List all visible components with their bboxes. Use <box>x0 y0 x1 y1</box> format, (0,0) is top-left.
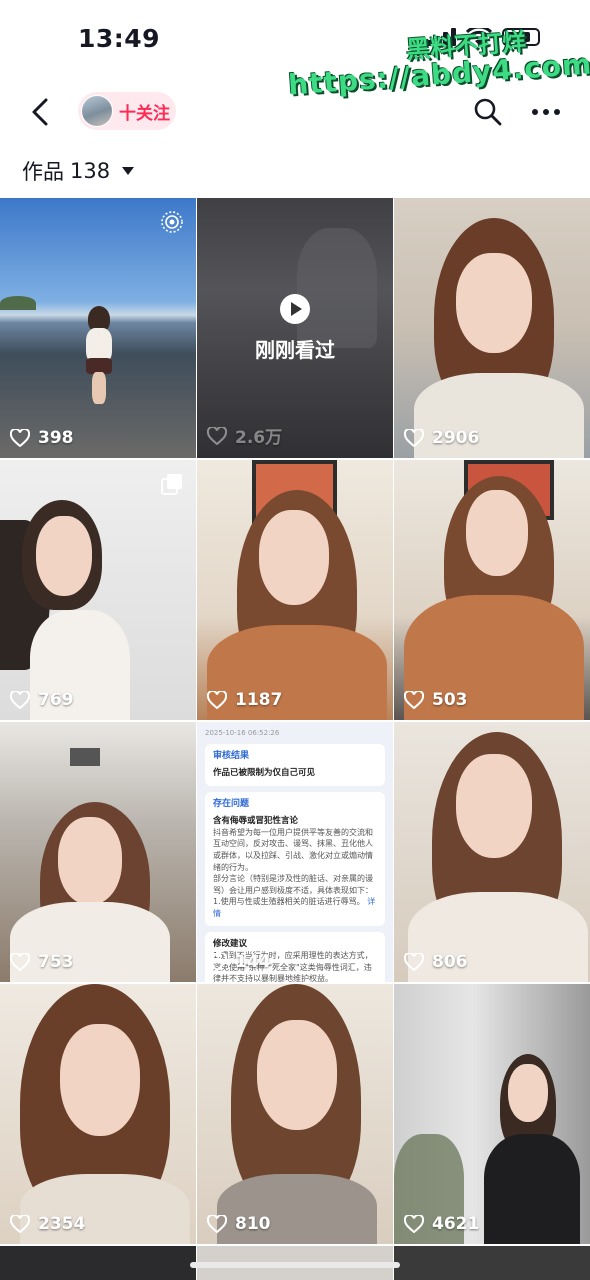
works-count: 138 <box>70 159 111 183</box>
heart-icon <box>10 691 30 709</box>
signal-icon <box>427 28 456 46</box>
like-count-value: 810 <box>235 1214 271 1234</box>
video-tile[interactable]: 4621 <box>394 984 590 1244</box>
status-icons <box>427 28 540 46</box>
home-indicator[interactable] <box>190 1262 400 1268</box>
video-tile[interactable]: 398 <box>0 198 196 458</box>
like-count: 2.6万 <box>207 423 282 448</box>
live-photo-icon <box>161 211 183 233</box>
search-button[interactable] <box>472 96 504 128</box>
watched-label: 刚刚看过 <box>255 337 335 362</box>
like-count-value: 2.6万 <box>235 428 283 448</box>
like-count-value: 144 <box>235 952 271 972</box>
like-count: 810 <box>207 1214 271 1234</box>
review-document: 2025-10-16 06:52:26 审核结果 作品已被限制为仅自己可见 存在… <box>197 722 393 982</box>
works-label: 作品 <box>22 160 64 184</box>
like-count: 753 <box>10 952 74 972</box>
review-title: 审核结果 <box>213 751 250 762</box>
heart-icon <box>207 691 227 709</box>
like-count-value: 398 <box>38 428 74 448</box>
heart-icon <box>404 953 424 971</box>
heart-icon <box>404 1215 424 1233</box>
heart-icon <box>404 429 424 447</box>
video-tile[interactable] <box>0 1246 196 1280</box>
more-dot-icon <box>554 109 560 115</box>
heart-icon <box>207 1215 227 1233</box>
follow-button[interactable]: 十关注 <box>78 92 176 130</box>
video-grid: 398 刚刚看过 2.6万 2906 769 1187 503 753 2025… <box>0 198 590 1244</box>
works-filter[interactable]: 作品 138 <box>22 154 135 188</box>
watched-overlay: 刚刚看过 <box>197 198 393 458</box>
video-tile[interactable]: 810 <box>197 984 393 1244</box>
like-count: 4621 <box>404 1214 479 1234</box>
like-count: 2354 <box>10 1214 85 1234</box>
avatar <box>81 95 113 127</box>
video-tile[interactable] <box>394 1246 590 1280</box>
heart-icon <box>404 691 424 709</box>
status-time: 13:49 <box>78 24 161 53</box>
heart-icon <box>207 953 227 971</box>
review-result-card: 审核结果 作品已被限制为仅自己可见 <box>205 744 385 786</box>
like-count-value: 806 <box>432 952 468 972</box>
like-count-value: 769 <box>38 690 74 710</box>
like-count-value: 4621 <box>432 1214 480 1234</box>
status-bar: 13:49 <box>0 0 590 80</box>
heart-icon <box>10 953 30 971</box>
video-tile-review-notice[interactable]: 2025-10-16 06:52:26 审核结果 作品已被限制为仅自己可见 存在… <box>197 722 393 982</box>
like-count-value: 2906 <box>432 428 480 448</box>
heart-icon <box>10 429 30 447</box>
problem-body-2: 部分言论（特别是涉及性的脏话、对亲属的谩骂）会让用户感到极度不适，具体表现如下： <box>213 874 373 895</box>
profile-header: 十关注 <box>0 86 590 138</box>
like-count-value: 2354 <box>38 1214 86 1234</box>
like-count: 1187 <box>207 690 282 710</box>
battery-icon <box>502 28 540 46</box>
problem-title: 存在问题 <box>213 798 250 809</box>
like-count: 769 <box>10 690 74 710</box>
more-button[interactable] <box>528 96 564 128</box>
problem-card: 存在问题 含有侮辱或冒犯性言论 抖音希望为每一位用户提供平等友善的交流和互动空间… <box>205 791 385 926</box>
like-count: 2906 <box>404 428 479 448</box>
back-button[interactable] <box>22 94 58 130</box>
video-tile-watched[interactable]: 刚刚看过 2.6万 <box>197 198 393 458</box>
more-dot-icon <box>543 109 549 115</box>
like-count-value: 753 <box>38 952 74 972</box>
video-tile[interactable]: 503 <box>394 460 590 720</box>
wifi-icon <box>466 28 492 45</box>
like-count: 398 <box>10 428 74 448</box>
problem-item-text: 1.使用与性或生殖器相关的脏话进行辱骂。 <box>213 897 365 907</box>
more-dot-icon <box>532 109 538 115</box>
video-tile[interactable]: 2354 <box>0 984 196 1244</box>
like-count: 806 <box>404 952 468 972</box>
like-count: 503 <box>404 690 468 710</box>
doc-timestamp: 2025-10-16 06:52:26 <box>205 729 280 737</box>
follow-label: 十关注 <box>119 103 170 124</box>
like-count-value: 503 <box>432 690 468 710</box>
caret-down-icon <box>122 167 135 175</box>
video-tile[interactable]: 753 <box>0 722 196 982</box>
video-tile[interactable]: 769 <box>0 460 196 720</box>
review-text: 作品已被限制为仅自己可见 <box>213 768 316 779</box>
chevron-left-icon <box>32 98 48 126</box>
fix-title: 修改建议 <box>213 938 248 949</box>
problem-item: 1.使用与性或生殖器相关的脏话进行辱骂。 详情 <box>213 896 377 919</box>
video-tile[interactable]: 2906 <box>394 198 590 458</box>
multi-image-icon <box>161 474 182 495</box>
problem-heading: 含有侮辱或冒犯性言论 <box>213 815 299 826</box>
heart-icon <box>10 1215 30 1233</box>
like-count-value: 1187 <box>235 690 283 710</box>
video-tile[interactable]: 806 <box>394 722 590 982</box>
like-count: 144 <box>207 952 271 972</box>
problem-body: 抖音希望为每一位用户提供平等友善的交流和互动空间，反对攻击、谩骂、抹黑、丑化他人… <box>213 827 373 872</box>
search-icon <box>474 98 502 126</box>
video-tile[interactable]: 1187 <box>197 460 393 720</box>
play-icon <box>280 293 310 324</box>
heart-icon <box>207 426 227 445</box>
